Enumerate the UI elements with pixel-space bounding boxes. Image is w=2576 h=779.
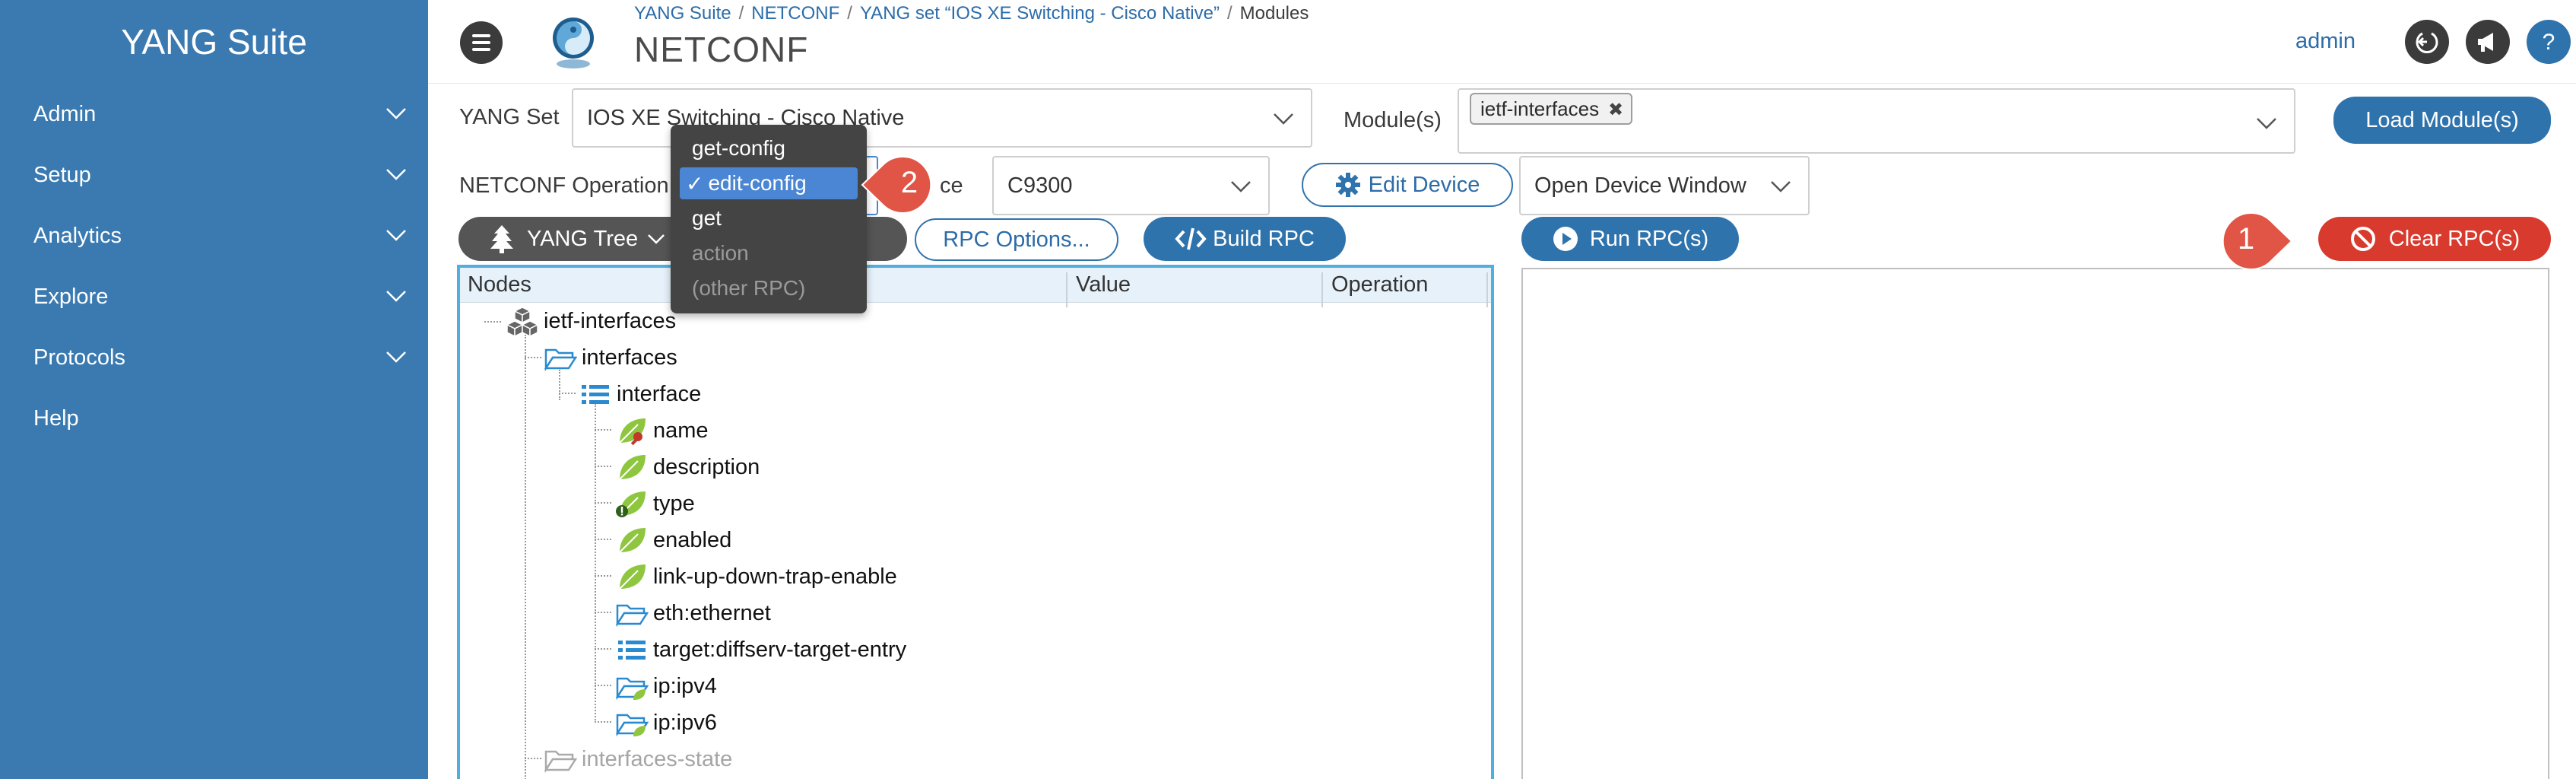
tree-node[interactable]: target:diffserv-target-entry xyxy=(615,633,906,666)
sidebar-item-setup[interactable]: Setup xyxy=(0,145,428,205)
run-rpcs-button[interactable]: Run RPC(s) xyxy=(1521,217,1739,261)
page-header: YANG Suite / NETCONF / YANG set “IOS XE Swit… xyxy=(428,0,2576,84)
yang-tree-panel: Nodes Value Operation ietf-interfaces in… xyxy=(457,265,1494,779)
leaf-key-icon xyxy=(619,418,646,446)
build-rpc-button[interactable]: Build RPC xyxy=(1144,217,1346,261)
chevron-down-icon xyxy=(386,230,406,241)
chevron-down-icon xyxy=(2257,118,2276,129)
checkmark-icon: ✓ xyxy=(686,171,704,196)
chevron-down-icon xyxy=(1771,181,1791,192)
column-header-value[interactable]: Value xyxy=(1076,272,1131,297)
modules-label: Module(s) xyxy=(1344,108,1442,132)
sidebar-item-label: Analytics xyxy=(33,223,122,248)
code-icon xyxy=(1175,227,1207,250)
rpc-options-button[interactable]: RPC Options... xyxy=(915,218,1118,261)
folder-icon xyxy=(544,750,577,774)
sidebar: YANG Suite Admin Setup Analytics Explore… xyxy=(0,0,428,779)
menu-toggle-button[interactable] xyxy=(460,21,503,64)
breadcrumb-current: Modules xyxy=(1239,3,1309,24)
menu-item-action: action xyxy=(692,241,749,265)
logout-icon[interactable] xyxy=(2404,19,2450,65)
rpc-output-panel[interactable] xyxy=(1521,268,2549,779)
sidebar-item-label: Help xyxy=(33,405,79,431)
netconf-operation-menu: get-config ✓ edit-config get action (oth… xyxy=(671,125,867,313)
breadcrumb: YANG Suite / NETCONF / YANG set “IOS XE Swit… xyxy=(634,3,1309,24)
leaf-icon xyxy=(619,528,646,553)
brand-title[interactable]: YANG Suite xyxy=(0,0,428,84)
tree-node[interactable]: interface xyxy=(579,377,701,411)
menu-item-get-config[interactable]: get-config xyxy=(680,132,858,164)
callout-1: 1 xyxy=(2220,212,2293,270)
edit-device-button[interactable]: Edit Device xyxy=(1302,163,1513,207)
chevron-down-icon xyxy=(386,108,406,119)
tree-node[interactable]: ip:ipv6 xyxy=(615,706,717,739)
chevron-down-icon xyxy=(1231,181,1251,192)
chevron-down-icon xyxy=(648,234,665,244)
sidebar-item-explore[interactable]: Explore xyxy=(0,266,428,327)
column-header-operation[interactable]: Operation xyxy=(1331,272,1428,297)
chevron-down-icon xyxy=(1274,113,1293,125)
svg-text:?: ? xyxy=(2543,30,2555,55)
play-circle-icon xyxy=(1553,227,1578,251)
menu-item-edit-config[interactable]: ✓ edit-config xyxy=(680,167,858,199)
column-header-nodes[interactable]: Nodes xyxy=(468,272,531,297)
user-menu[interactable]: admin xyxy=(2295,29,2356,54)
chevron-down-icon xyxy=(386,351,406,363)
breadcrumb-link[interactable]: YANG Suite xyxy=(634,3,731,24)
menu-item-get[interactable]: get xyxy=(680,202,858,234)
sidebar-item-analytics[interactable]: Analytics xyxy=(0,205,428,266)
chevron-down-icon xyxy=(386,169,406,180)
chevron-down-icon xyxy=(386,291,406,302)
device-select[interactable]: C9300 xyxy=(992,156,1270,215)
tree-node[interactable]: eth:ethernet xyxy=(615,596,771,630)
leaf-icon xyxy=(619,564,646,590)
device-label: ce xyxy=(940,173,963,198)
breadcrumb-link[interactable]: NETCONF xyxy=(751,3,839,24)
folder-leaf-icon xyxy=(615,677,649,701)
remove-chip-icon[interactable]: ✖ xyxy=(1608,99,1623,121)
list-icon xyxy=(618,641,646,660)
help-icon[interactable]: ? xyxy=(2526,19,2571,65)
tree-header: Nodes Value Operation xyxy=(460,268,1491,307)
menu-item-other-rpc: (other RPC) xyxy=(692,276,806,300)
clear-rpcs-button[interactable]: Clear RPC(s) xyxy=(2318,217,2551,261)
sidebar-item-label: Explore xyxy=(33,284,109,309)
callout-2: 2 xyxy=(861,156,934,214)
folder-leaf-icon xyxy=(615,714,649,737)
tree-node[interactable]: link-up-down-trap-enable xyxy=(615,560,897,593)
folder-open-icon xyxy=(544,348,577,372)
open-device-window-select[interactable]: Open Device Window xyxy=(1519,156,1810,215)
announcement-icon[interactable] xyxy=(2465,19,2511,65)
sidebar-item-help[interactable]: Help xyxy=(0,388,428,449)
yang-set-label: YANG Set xyxy=(459,105,560,129)
sidebar-item-label: Setup xyxy=(33,162,91,187)
tree-node[interactable]: ip:ipv4 xyxy=(615,669,717,703)
module-icon xyxy=(506,307,539,336)
gear-icon xyxy=(1335,173,1360,197)
sidebar-item-protocols[interactable]: Protocols xyxy=(0,327,428,388)
netconf-operation-label: NETCONF Operation xyxy=(459,173,669,198)
module-chip: ietf-interfaces ✖ xyxy=(1470,93,1633,125)
tree-icon xyxy=(490,225,513,253)
page-title: NETCONF xyxy=(634,30,809,69)
breadcrumb-link[interactable]: YANG set “IOS XE Switching - Cisco Nativ… xyxy=(860,3,1220,24)
sidebar-item-label: Protocols xyxy=(33,345,125,370)
tree-node[interactable]: description xyxy=(615,450,760,484)
tree-node[interactable]: type xyxy=(615,487,695,520)
leaf-icon xyxy=(619,455,646,480)
leaf-mandatory-icon xyxy=(616,491,646,517)
list-icon xyxy=(582,385,609,404)
yang-suite-logo-icon xyxy=(553,17,594,68)
load-modules-button[interactable]: Load Module(s) xyxy=(2333,97,2551,144)
sidebar-item-label: Admin xyxy=(33,101,97,126)
ban-icon xyxy=(2350,227,2375,251)
tree-node[interactable]: interfaces-state xyxy=(544,742,732,776)
tree-node[interactable]: ietf-interfaces xyxy=(506,304,676,338)
tree-node[interactable]: enabled xyxy=(615,523,731,557)
tree-node[interactable]: name xyxy=(615,414,709,447)
tree-node[interactable]: interfaces xyxy=(544,341,677,374)
sidebar-item-admin[interactable]: Admin xyxy=(0,84,428,145)
folder-icon xyxy=(615,604,649,628)
